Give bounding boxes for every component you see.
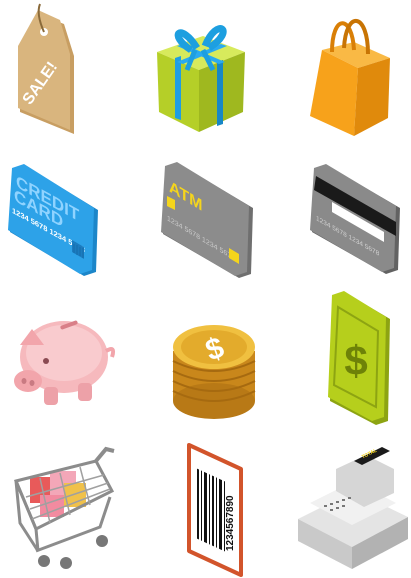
piggy-bank-icon (0, 289, 137, 433)
gift-box-icon (137, 0, 274, 144)
sale-tag-icon: SALE! (0, 0, 137, 144)
atm-card-icon: ATM 1234 5678 1234 5678 (137, 144, 274, 288)
coin-stack-icon: $ (137, 289, 274, 433)
shopping-bag-icon (274, 0, 411, 144)
card-back-icon: 1234 5678 1234 5678 (274, 144, 411, 288)
credit-card-icon: CREDIT CARD 1234 5678 1234 5678 (0, 144, 137, 288)
shopping-cart-icon (0, 433, 137, 577)
bill-symbol: $ (344, 337, 367, 384)
icon-grid: SALE! CREDIT CARD 1234 5678 1234 5678 AT… (0, 0, 411, 578)
dollar-bill-icon: $ (274, 289, 411, 433)
barcode-digits: 1234567890 (225, 495, 236, 551)
barcode-label-icon: 1234567890 (137, 433, 274, 577)
cash-register-icon: TOTAL (274, 433, 411, 577)
